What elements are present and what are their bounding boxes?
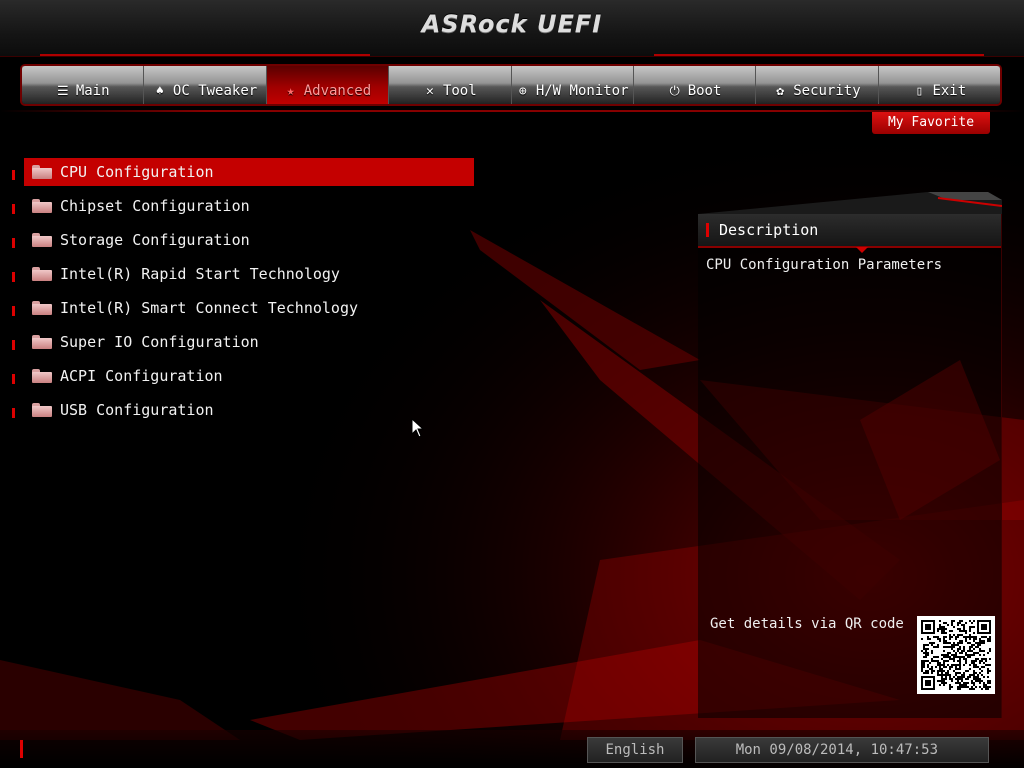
door-icon: ▯ [915, 84, 924, 99]
menu-item-row[interactable]: Chipset Configuration [24, 192, 474, 220]
folder-icon [32, 335, 52, 349]
header-wing-right [654, 40, 984, 56]
qr-code [917, 616, 995, 694]
tools-icon: ✕ [426, 84, 434, 99]
asrock-uefi-logo: ASRock UEFI [421, 10, 603, 38]
menu-item-row[interactable]: Storage Configuration [24, 226, 474, 254]
rocket-icon: ♠ [155, 84, 164, 99]
folder-icon [32, 301, 52, 315]
folder-icon [32, 233, 52, 247]
menu-item-label: Storage Configuration [60, 231, 250, 249]
tab-label: OC Tweaker [172, 83, 258, 99]
menu-item-label: Chipset Configuration [60, 197, 250, 215]
menu-item-label: USB Configuration [60, 401, 214, 419]
language-button[interactable]: English [587, 737, 683, 763]
tab-security[interactable]: ✿ Security [756, 66, 879, 104]
tab-advanced[interactable]: ★ Advanced [266, 66, 390, 104]
my-favorite-button[interactable]: My Favorite [872, 112, 990, 134]
tab-label: Security [793, 83, 861, 99]
header-bar: ASRock UEFI [0, 0, 1024, 57]
folder-icon [32, 403, 52, 417]
menu-item[interactable]: Intel(R) Smart Connect Technology [10, 294, 474, 322]
shield-icon: ✿ [776, 84, 785, 99]
description-notch [856, 247, 868, 253]
menu-item-marker [12, 204, 15, 214]
list-icon: ☰ [57, 84, 69, 99]
menu-item-row[interactable]: Super IO Configuration [24, 328, 474, 356]
menu-item-marker [12, 408, 15, 418]
main-tab-bar: ☰ Main ♠ OC Tweaker ★ Advanced ✕ Tool ⊕ H/W Monit… [22, 66, 1000, 104]
tab-label: Main [75, 83, 110, 99]
tab-label: Advanced [303, 83, 372, 99]
tab-label: Exit [932, 83, 967, 99]
menu-item-marker [12, 238, 15, 248]
menu-item-marker [12, 374, 15, 384]
tab-oc-tweaker[interactable]: ♠ OC Tweaker [144, 66, 267, 104]
monitor-icon: ⊕ [518, 84, 527, 99]
folder-icon [32, 165, 52, 179]
tab-label: Tool [442, 83, 477, 99]
menu-item-row[interactable]: USB Configuration [24, 396, 474, 424]
menu-item-marker [12, 306, 15, 316]
mouse-cursor-icon [411, 418, 425, 438]
menu-item-label: CPU Configuration [60, 163, 214, 181]
description-text: CPU Configuration Parameters [706, 257, 943, 273]
tab-exit[interactable]: ▯ Exit [878, 66, 1000, 104]
menu-item[interactable]: Super IO Configuration [10, 328, 474, 356]
qr-label: Get details via QR code [710, 616, 904, 632]
folder-icon [32, 199, 52, 213]
tab-h-w-monitor[interactable]: ⊕ H/W Monitor [511, 66, 634, 104]
menu-item[interactable]: USB Configuration [10, 396, 474, 424]
power-icon: ⏻ [669, 84, 680, 99]
menu-item-label: ACPI Configuration [60, 367, 223, 385]
description-marker [706, 223, 709, 237]
menu-item[interactable]: ACPI Configuration [10, 362, 474, 390]
qr-code-pattern [921, 620, 991, 690]
menu-item-row[interactable]: ACPI Configuration [24, 362, 474, 390]
menu-item[interactable]: Storage Configuration [10, 226, 474, 254]
tab-label: Boot [687, 83, 722, 99]
header-divider [0, 110, 1024, 112]
tab-boot[interactable]: ⏻ Boot [633, 66, 757, 104]
footer-marker [20, 740, 23, 758]
menu-item[interactable]: CPU Configuration [10, 158, 474, 186]
footer-bar: English Mon 09/08/2014, 10:47:53 [0, 730, 1024, 768]
tab-label: H/W Monitor [535, 83, 629, 99]
menu-item-label: Intel(R) Rapid Start Technology [60, 265, 340, 283]
menu-item-label: Super IO Configuration [60, 333, 259, 351]
header-wing-left [40, 40, 370, 56]
folder-icon [32, 369, 52, 383]
menu-item[interactable]: Intel(R) Rapid Start Technology [10, 260, 474, 288]
description-header: Description [698, 214, 1001, 253]
menu-item-marker [12, 170, 15, 180]
menu-item-row[interactable]: CPU Configuration [24, 158, 474, 186]
folder-icon [32, 267, 52, 281]
description-panel: Description CPU Configuration Parameters… [698, 214, 1002, 718]
description-title: Description [719, 221, 819, 239]
datetime-display: Mon 09/08/2014, 10:47:53 [695, 737, 989, 763]
tab-main[interactable]: ☰ Main [22, 66, 145, 104]
tab-tool[interactable]: ✕ Tool [389, 66, 512, 104]
advanced-menu-list: CPU Configuration Chipset Configuration St… [10, 158, 474, 430]
menu-item-marker [12, 340, 15, 350]
star-icon: ★ [286, 84, 295, 99]
description-panel-cap [698, 192, 1002, 214]
menu-item-row[interactable]: Intel(R) Smart Connect Technology [24, 294, 474, 322]
menu-item-row[interactable]: Intel(R) Rapid Start Technology [24, 260, 474, 288]
menu-item-marker [12, 272, 15, 282]
menu-item[interactable]: Chipset Configuration [10, 192, 474, 220]
menu-item-label: Intel(R) Smart Connect Technology [60, 299, 359, 317]
